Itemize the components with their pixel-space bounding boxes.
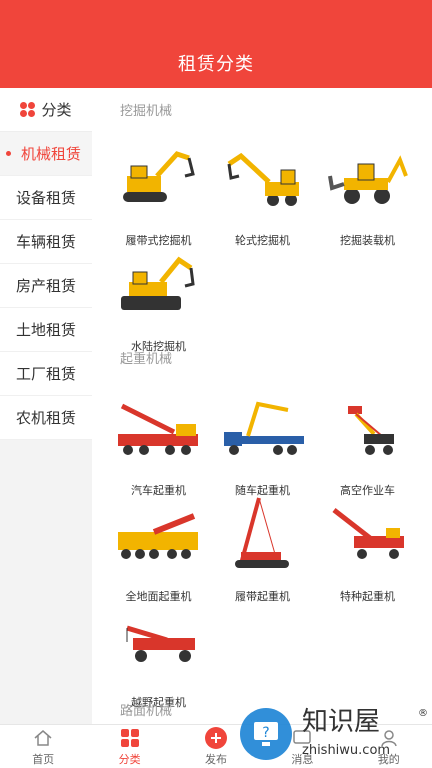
sidebar-item-agri-machinery[interactable]: 农机租赁 xyxy=(0,396,92,440)
item-crawler-crane[interactable]: 履带起重机 xyxy=(206,484,319,604)
sidebar-heading: 分类 xyxy=(0,88,92,132)
section-title: 起重机械 xyxy=(120,351,173,366)
sidebar-item-vehicle[interactable]: 车辆租赁 xyxy=(0,220,92,264)
rough-terrain-crane-image xyxy=(102,590,215,690)
aerial-work-platform-image xyxy=(311,378,424,478)
sidebar-item-property[interactable]: 房产租赁 xyxy=(0,264,92,308)
all-terrain-crane-image xyxy=(102,484,215,584)
sidebar-item-factory[interactable]: 工厂租赁 xyxy=(0,352,92,396)
sidebar-item-label: 房产租赁 xyxy=(15,278,76,295)
sidebar-item-label: 土地租赁 xyxy=(15,322,76,339)
item-all-terrain-crane[interactable]: 全地面起重机 xyxy=(102,484,215,604)
sidebar-item-label: 机械租赁 xyxy=(20,146,81,163)
sidebar-item-label: 农机租赁 xyxy=(15,410,76,427)
sidebar-item-label: 车辆租赁 xyxy=(15,234,76,251)
sidebar-item-equipment[interactable]: 设备租赁 xyxy=(0,176,92,220)
tab-category[interactable]: 分类 xyxy=(86,725,172,768)
crawler-crane-image xyxy=(206,484,319,584)
tab-label: 分类 xyxy=(118,753,141,766)
item-backhoe-loader[interactable]: 挖掘装载机 xyxy=(311,128,424,248)
wheeled-excavator-image xyxy=(206,128,319,228)
truck-crane-image xyxy=(102,378,215,478)
sidebar-item-label: 工厂租赁 xyxy=(15,366,76,383)
section-title: 挖掘机械 xyxy=(120,103,173,118)
tab-label: 首页 xyxy=(32,753,55,766)
active-indicator xyxy=(6,151,11,156)
item-truck-crane[interactable]: 汽车起重机 xyxy=(102,378,215,498)
category-sidebar: 分类 机械租赁 设备租赁 车辆租赁 房产租赁 土地租赁 工厂租赁 农机租赁 xyxy=(0,88,92,440)
sidebar-item-machinery[interactable]: 机械租赁 xyxy=(0,132,92,176)
truck-mounted-crane-image xyxy=(206,378,319,478)
category-icon xyxy=(119,727,141,749)
item-aerial-work-platform[interactable]: 高空作业车 xyxy=(311,378,424,498)
item-label: 挖掘装载机 xyxy=(340,235,395,247)
plus-icon xyxy=(204,726,227,749)
site-watermark: ? 知识屋 ® zhishiwu.com xyxy=(240,702,430,766)
item-special-crane[interactable]: 特种起重机 xyxy=(311,484,424,604)
item-amphibious-excavator[interactable]: 水陆挖掘机 xyxy=(102,234,215,354)
tab-home[interactable]: 首页 xyxy=(0,725,86,768)
grid-dots-icon xyxy=(20,102,36,117)
item-wheeled-excavator[interactable]: 轮式挖掘机 xyxy=(206,128,319,248)
item-label: 轮式挖掘机 xyxy=(235,235,290,247)
tab-label: 发布 xyxy=(204,753,227,766)
category-content: 挖掘机械 履带式挖掘机 轮式挖掘机 挖掘装载机 水陆挖掘机 起重机械 汽车起重机… xyxy=(92,88,432,724)
special-crane-image xyxy=(311,484,424,584)
home-icon xyxy=(32,727,54,749)
crawler-excavator-image xyxy=(102,128,215,228)
watermark-subtext: zhishiwu.com xyxy=(302,743,390,758)
item-truck-mounted-crane[interactable]: 随车起重机 xyxy=(206,378,319,498)
sidebar-item-land[interactable]: 土地租赁 xyxy=(0,308,92,352)
page-title: 租赁分类 xyxy=(178,54,254,74)
amphibious-excavator-image xyxy=(102,234,215,334)
watermark-text: 知识屋 xyxy=(302,707,380,737)
item-crawler-excavator[interactable]: 履带式挖掘机 xyxy=(102,128,215,248)
item-rough-terrain-crane[interactable]: 越野起重机 xyxy=(102,590,215,710)
top-header: 租赁分类 xyxy=(0,0,432,88)
section-title: 路面机械 xyxy=(120,703,173,718)
item-label: 履带起重机 xyxy=(235,591,290,603)
backhoe-loader-image xyxy=(311,128,424,228)
sidebar-heading-label: 分类 xyxy=(41,102,72,119)
item-label: 特种起重机 xyxy=(340,591,395,603)
registered-mark: ® xyxy=(418,708,428,719)
sidebar-item-label: 设备租赁 xyxy=(15,190,76,207)
svg-text:?: ? xyxy=(262,725,269,741)
